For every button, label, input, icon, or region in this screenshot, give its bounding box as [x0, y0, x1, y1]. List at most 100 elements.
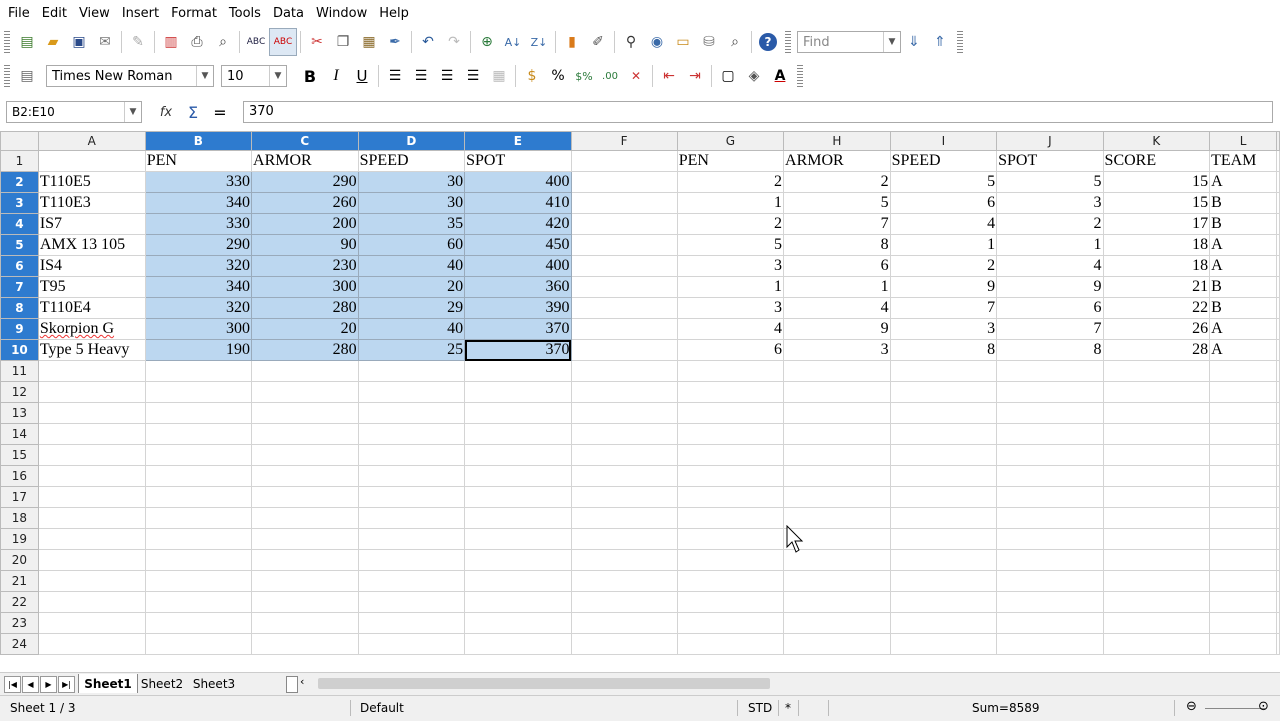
cell[interactable]: 450 [464, 234, 572, 256]
cell[interactable] [1276, 402, 1280, 424]
cell[interactable] [1209, 381, 1277, 403]
cell[interactable] [464, 549, 572, 571]
cell[interactable]: 3 [783, 339, 891, 361]
cell[interactable] [37, 507, 146, 529]
paste-icon[interactable]: ▦ [356, 29, 382, 55]
gallery-icon[interactable]: ▭ [670, 29, 696, 55]
row-header[interactable]: 13 [0, 402, 39, 424]
row-header[interactable]: 7 [0, 276, 39, 298]
cell[interactable] [251, 528, 359, 550]
column-header-c[interactable]: C [251, 131, 359, 151]
cell[interactable] [357, 360, 466, 382]
cell[interactable]: 3 [996, 192, 1104, 214]
cell[interactable] [144, 570, 253, 592]
cell[interactable] [783, 444, 891, 466]
zoom-slider-track[interactable] [1205, 708, 1265, 709]
row-header[interactable]: 3 [0, 192, 39, 214]
cell[interactable]: AMX 13 105 [37, 234, 146, 256]
cell[interactable] [1209, 528, 1277, 550]
cell[interactable]: 370 [464, 339, 572, 361]
find-combobox[interactable]: Find ▼ [797, 31, 901, 53]
name-box-value[interactable]: B2:E10 [7, 105, 124, 119]
cell[interactable]: 1 [996, 234, 1104, 256]
cell[interactable]: 2 [783, 171, 891, 193]
justify-icon[interactable]: ☰ [460, 63, 486, 89]
sort-descending-icon[interactable]: Z↓ [526, 29, 552, 55]
cell[interactable] [1209, 507, 1277, 529]
row-header[interactable]: 20 [0, 549, 39, 571]
cell[interactable] [1102, 591, 1211, 613]
menu-data[interactable]: Data [269, 6, 308, 21]
cell[interactable]: 30 [357, 171, 466, 193]
align-right-icon[interactable]: ☰ [434, 63, 460, 89]
cell[interactable]: T95 [37, 276, 146, 298]
cell[interactable] [1102, 612, 1211, 634]
cell[interactable] [144, 633, 253, 655]
cell[interactable] [1276, 570, 1280, 592]
cell[interactable] [570, 465, 678, 487]
cell[interactable]: 420 [464, 213, 572, 235]
cell[interactable] [676, 486, 785, 508]
cell[interactable] [996, 528, 1104, 550]
row-header[interactable]: 21 [0, 570, 39, 592]
cell[interactable]: 5 [996, 171, 1104, 193]
email-icon[interactable]: ✉ [92, 29, 118, 55]
decrease-indent-icon[interactable]: ⇤ [656, 63, 682, 89]
cell[interactable]: 28 [1102, 339, 1211, 361]
cell[interactable] [783, 591, 891, 613]
column-header-d[interactable]: D [357, 131, 466, 151]
cell[interactable] [889, 507, 998, 529]
font-color-icon[interactable]: A [767, 63, 793, 89]
cell[interactable] [1276, 381, 1280, 403]
cell[interactable] [1276, 339, 1280, 361]
cell[interactable] [464, 423, 572, 445]
cell[interactable]: A [1209, 339, 1277, 361]
cell[interactable]: 360 [464, 276, 572, 298]
menu-insert[interactable]: Insert [118, 6, 163, 21]
cell[interactable] [1209, 402, 1277, 424]
show-draw-functions-icon[interactable]: ✐ [585, 29, 611, 55]
cell[interactable] [676, 528, 785, 550]
cell[interactable] [464, 612, 572, 634]
cell[interactable] [570, 381, 678, 403]
cell[interactable] [464, 444, 572, 466]
align-center-icon[interactable]: ☰ [408, 63, 434, 89]
row-header[interactable]: 19 [0, 528, 39, 550]
cell[interactable]: 30 [357, 192, 466, 214]
cell[interactable]: 1 [676, 192, 785, 214]
cell[interactable] [464, 381, 572, 403]
cell[interactable]: 8 [783, 234, 891, 256]
cell[interactable] [357, 612, 466, 634]
menu-edit[interactable]: Edit [38, 6, 71, 21]
cell[interactable]: 2 [676, 171, 785, 193]
cell[interactable]: SPOT [996, 150, 1104, 172]
cell[interactable] [251, 465, 359, 487]
cell[interactable] [996, 360, 1104, 382]
column-header-h[interactable]: H [783, 131, 891, 151]
font-name-combobox[interactable]: Times New Roman ▼ [46, 65, 214, 87]
cell[interactable] [144, 591, 253, 613]
cell[interactable] [889, 465, 998, 487]
cell[interactable]: 410 [464, 192, 572, 214]
row-header[interactable]: 9 [0, 318, 39, 340]
cell[interactable]: 400 [464, 171, 572, 193]
formula-equals-icon[interactable]: = [209, 101, 231, 123]
find-replace-icon[interactable]: ⚲ [618, 29, 644, 55]
cell[interactable]: 290 [144, 234, 253, 256]
cell[interactable]: 320 [144, 255, 253, 277]
cell[interactable] [1276, 486, 1280, 508]
cell[interactable] [1276, 255, 1280, 277]
cell[interactable] [464, 507, 572, 529]
cell[interactable] [996, 507, 1104, 529]
cell[interactable] [1209, 465, 1277, 487]
cell[interactable] [783, 402, 891, 424]
cell[interactable] [1102, 381, 1211, 403]
cell[interactable]: B [1209, 192, 1277, 214]
undo-icon[interactable]: ↶ [415, 29, 441, 55]
cell[interactable] [251, 591, 359, 613]
print-preview-icon[interactable]: ⌕ [210, 29, 236, 55]
cell[interactable] [357, 402, 466, 424]
cell[interactable] [570, 255, 678, 277]
cell[interactable] [676, 549, 785, 571]
cell[interactable] [676, 465, 785, 487]
